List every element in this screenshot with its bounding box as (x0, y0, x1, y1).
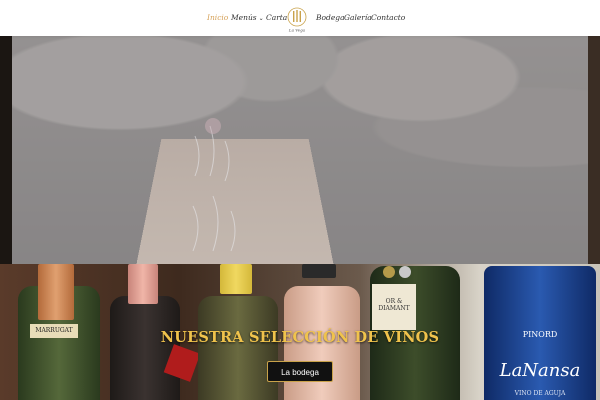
nav-item-menus-label: Menús (231, 13, 257, 22)
nav-item-inicio[interactable]: Inicio (207, 13, 228, 22)
hero-right-edge (588, 36, 600, 264)
medal-icon (399, 266, 411, 278)
logo-text: La Vega (288, 28, 306, 33)
hero-image (0, 36, 600, 264)
bottle-foil-1 (38, 264, 74, 320)
logo-icon: La Vega (287, 7, 307, 33)
site-header: Inicio Menús ⌄ Carta La Vega Bodega Galer… (0, 0, 600, 36)
bottle-label-5: OR & DIAMANT (372, 284, 416, 330)
hero-overlay (12, 36, 588, 264)
nav-item-galeria[interactable]: Galería (344, 13, 372, 22)
nav-item-carta[interactable]: Carta (266, 13, 287, 22)
bottle-foil-2 (128, 264, 158, 304)
nav-item-menus[interactable]: Menús ⌄ (231, 13, 264, 22)
bottle-foil-3 (220, 264, 252, 294)
site-logo[interactable]: La Vega (286, 5, 308, 33)
bottle-label-lanansa: LaNansa (499, 360, 581, 381)
la-bodega-button[interactable]: La bodega (267, 361, 333, 382)
main-nav: Inicio Menús ⌄ Carta La Vega Bodega Galer… (0, 0, 600, 36)
section-title: NUESTRA SELECCIÓN DE VINOS (160, 329, 440, 346)
bottle-label-aguja: VINO DE AGUJA (514, 390, 566, 397)
nav-item-bodega[interactable]: Bodega (316, 13, 345, 22)
hero-left-edge (0, 36, 12, 264)
medal-icon (383, 266, 395, 278)
bottle-cap-4 (302, 264, 336, 278)
wine-bottle-2 (110, 296, 180, 400)
nav-item-contacto[interactable]: Contacto (371, 13, 405, 22)
chevron-down-icon: ⌄ (258, 15, 264, 22)
wine-bottle-3 (198, 296, 278, 400)
